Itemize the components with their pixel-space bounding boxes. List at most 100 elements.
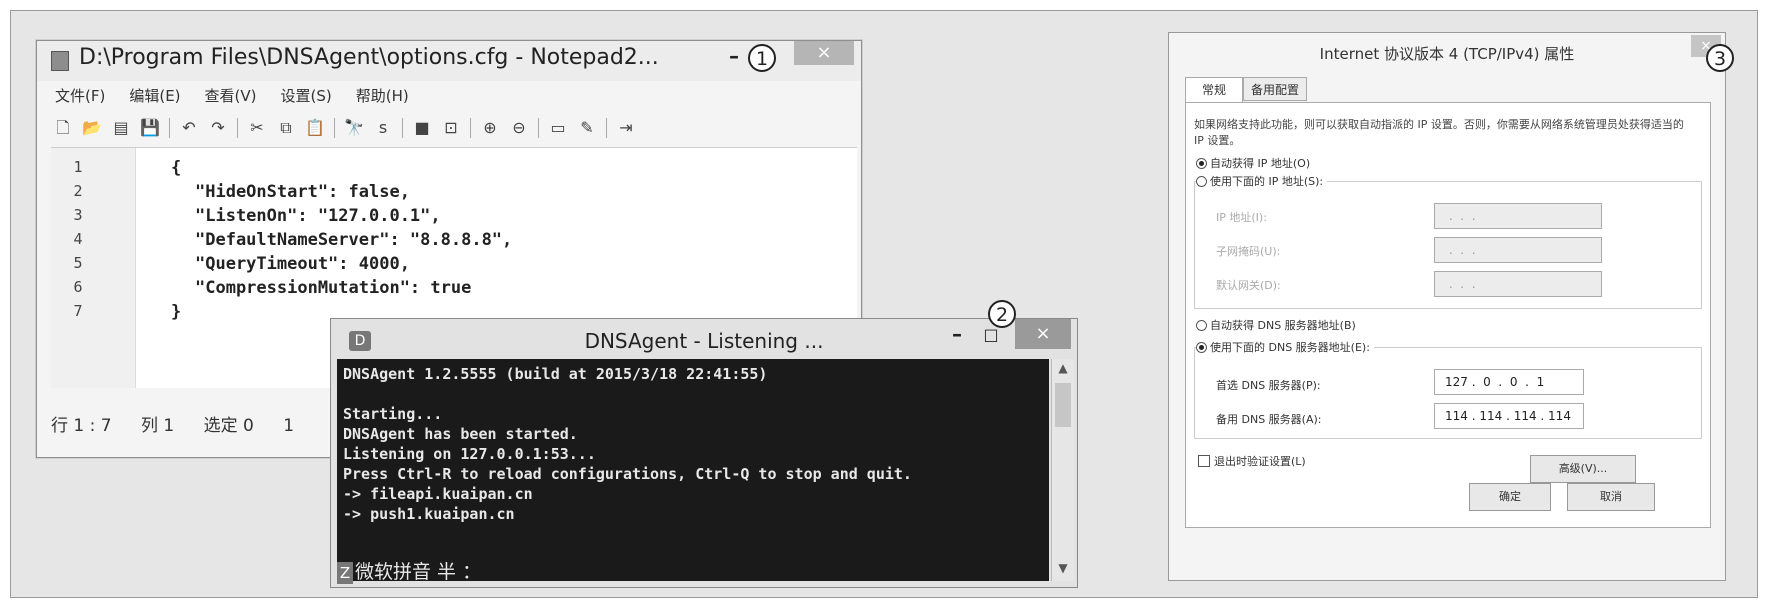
cancel-button[interactable]: 取消 — [1567, 483, 1655, 511]
line-number: 2 — [73, 182, 83, 200]
ime-icon: Z — [337, 562, 353, 584]
notepad-toolbar: 🗋 📂 ▤ 💾 ↶ ↷ ✂ ⧉ 📋 🔭 ꜱ ■ ⊡ ⊕ ⊖ ▭ ✎ ⇥ — [53, 113, 636, 143]
tab-general[interactable]: 常规 — [1185, 77, 1243, 103]
cut-icon[interactable]: ✂ — [247, 118, 267, 138]
copy-icon[interactable]: ⧉ — [276, 118, 296, 138]
ok-button[interactable]: 确定 — [1469, 483, 1551, 511]
replace-icon[interactable]: ꜱ — [373, 118, 393, 138]
toolbar-separator — [538, 118, 539, 138]
callout-badge-1: 1 — [748, 44, 776, 72]
open-folder-icon[interactable]: 📂 — [82, 118, 102, 138]
undo-icon[interactable]: ↶ — [179, 118, 199, 138]
console-close-button[interactable]: × — [1015, 319, 1071, 349]
exit-icon[interactable]: ⇥ — [616, 118, 636, 138]
scroll-up-arrow-icon[interactable]: ▲ — [1052, 361, 1074, 379]
toolbar-separator — [402, 118, 403, 138]
code-line: "DefaultNameServer": "8.8.8.8", — [195, 230, 513, 250]
status-extra: 1 — [283, 416, 295, 436]
console-line: -> push1.kuaipan.cn — [343, 505, 515, 523]
default-gateway-field[interactable]: . . . — [1434, 271, 1602, 297]
checkbox-unchecked-icon — [1198, 455, 1210, 467]
console-output[interactable]: DNSAgent 1.2.5555 (build at 2015/3/18 22… — [337, 359, 1049, 584]
line-number: 7 — [73, 302, 83, 320]
console-titlebar[interactable]: D DNSAgent - Listening ... – □ × — [331, 319, 1077, 359]
dnsagent-console-window: D DNSAgent - Listening ... – □ × DNSAgen… — [330, 318, 1078, 588]
menu-edit[interactable]: 编辑(E) — [129, 85, 180, 109]
notepad-titlebar[interactable]: D:\Program Files\DNSAgent\options.cfg - … — [37, 41, 861, 81]
console-line: Starting... — [343, 405, 443, 423]
ip-address-field[interactable]: . . . — [1434, 203, 1602, 229]
zoom-out-icon[interactable]: ⊖ — [509, 118, 529, 138]
notepad-close-button[interactable]: × — [794, 41, 854, 65]
default-gateway-label: 默认网关(D): — [1216, 279, 1281, 292]
notepad-app-icon — [51, 51, 69, 71]
ip-address-label: IP 地址(I): — [1216, 211, 1267, 224]
auto-ip-radio[interactable]: 自动获得 IP 地址(O) — [1196, 155, 1310, 171]
status-selection: 选定 0 — [203, 416, 254, 436]
new-file-icon[interactable]: 🗋 — [53, 118, 73, 138]
console-minimize-button[interactable]: – — [943, 319, 971, 349]
code-line: { — [171, 158, 182, 178]
notepad-minimize-button[interactable]: – — [721, 41, 747, 71]
menu-settings[interactable]: 设置(S) — [281, 85, 332, 109]
advanced-button[interactable]: 高级(V)... — [1530, 455, 1636, 483]
find-icon[interactable]: 🔭 — [344, 118, 364, 138]
code-line: } — [171, 302, 182, 322]
status-position: 行 1 : 7 — [51, 416, 112, 436]
toolbar-separator — [470, 118, 471, 138]
dialog-title: Internet 协议版本 4 (TCP/IPv4) 属性 — [1319, 45, 1575, 63]
paste-icon[interactable]: 📋 — [305, 118, 325, 138]
preferred-dns-field[interactable]: 127 . 0 . 0 . 1 — [1434, 369, 1584, 395]
auto-ip-label: 自动获得 IP 地址(O) — [1210, 157, 1311, 170]
manual-ip-radio[interactable]: 使用下面的 IP 地址(S): — [1196, 173, 1328, 189]
tab-alternate-config[interactable]: 备用配置 — [1243, 77, 1307, 101]
general-tab-panel: 如果网络支持此功能，则可以获取自动指派的 IP 设置。否则，你需要从网络系统管理… — [1185, 102, 1711, 528]
manual-ip-label: 使用下面的 IP 地址(S): — [1210, 175, 1324, 188]
console-scrollbar[interactable]: ▲ ▼ — [1051, 359, 1074, 581]
manual-dns-label: 使用下面的 DNS 服务器地址(E): — [1210, 341, 1370, 354]
toolbar-separator — [169, 118, 170, 138]
redo-icon[interactable]: ↷ — [208, 118, 228, 138]
validate-on-exit-label: 退出时验证设置(L) — [1214, 455, 1306, 468]
toolbar-separator — [606, 118, 607, 138]
notepad-menubar: 文件(F) 编辑(E) 查看(V) 设置(S) 帮助(H) — [55, 85, 409, 109]
show-whitespace-icon[interactable]: ⊡ — [441, 118, 461, 138]
status-column: 列 1 — [140, 416, 175, 436]
notepad-window-title: D:\Program Files\DNSAgent\options.cfg - … — [79, 45, 659, 70]
subnet-mask-label: 子网掩码(U): — [1216, 245, 1281, 258]
code-line: "HideOnStart": false, — [195, 182, 410, 202]
alternate-dns-label: 备用 DNS 服务器(A): — [1216, 413, 1322, 426]
dialog-description: 如果网络支持此功能，则可以获取自动指派的 IP 设置。否则，你需要从网络系统管理… — [1194, 118, 1684, 147]
zoom-in-icon[interactable]: ⊕ — [480, 118, 500, 138]
subnet-mask-field[interactable]: . . . — [1434, 237, 1602, 263]
radio-checked-icon — [1196, 342, 1207, 353]
code-line: "QueryTimeout": 4000, — [195, 254, 410, 274]
scroll-down-arrow-icon[interactable]: ▼ — [1052, 561, 1074, 579]
code-line: "ListenOn": "127.0.0.1", — [195, 206, 441, 226]
console-line: -> fileapi.kuaipan.cn — [343, 485, 533, 503]
console-line: DNSAgent has been started. — [343, 425, 578, 443]
callout-badge-2: 2 — [988, 300, 1016, 328]
auto-dns-radio[interactable]: 自动获得 DNS 服务器地址(B) — [1196, 317, 1356, 333]
alternate-dns-field[interactable]: 114 . 114 . 114 . 114 — [1434, 403, 1584, 429]
browse-icon[interactable]: ▤ — [111, 118, 131, 138]
menu-help[interactable]: 帮助(H) — [356, 85, 409, 109]
word-wrap-icon[interactable]: ■ — [412, 118, 432, 138]
code-line: "CompressionMutation": true — [195, 278, 472, 298]
customize-icon[interactable]: ✎ — [577, 118, 597, 138]
menu-view[interactable]: 查看(V) — [205, 85, 257, 109]
menu-file[interactable]: 文件(F) — [55, 85, 105, 109]
toolbar-separator — [237, 118, 238, 138]
ime-status-text: 微软拼音 半 ： — [355, 561, 482, 583]
radio-unchecked-icon — [1196, 320, 1207, 331]
ime-status-bar: Z 微软拼音 半 ： — [337, 557, 482, 584]
scroll-thumb[interactable] — [1055, 383, 1071, 427]
callout-badge-3: 3 — [1706, 44, 1734, 72]
scheme-icon[interactable]: ▭ — [548, 118, 568, 138]
manual-dns-radio[interactable]: 使用下面的 DNS 服务器地址(E): — [1196, 339, 1374, 355]
notepad-statusbar: 行 1 : 7 列 1 选定 0 1 — [51, 411, 318, 436]
save-icon[interactable]: 💾 — [140, 118, 160, 138]
validate-on-exit-checkbox[interactable]: 退出时验证设置(L) — [1198, 453, 1306, 469]
line-number: 5 — [73, 254, 83, 272]
console-line: Press Ctrl-R to reload configurations, C… — [343, 465, 912, 483]
